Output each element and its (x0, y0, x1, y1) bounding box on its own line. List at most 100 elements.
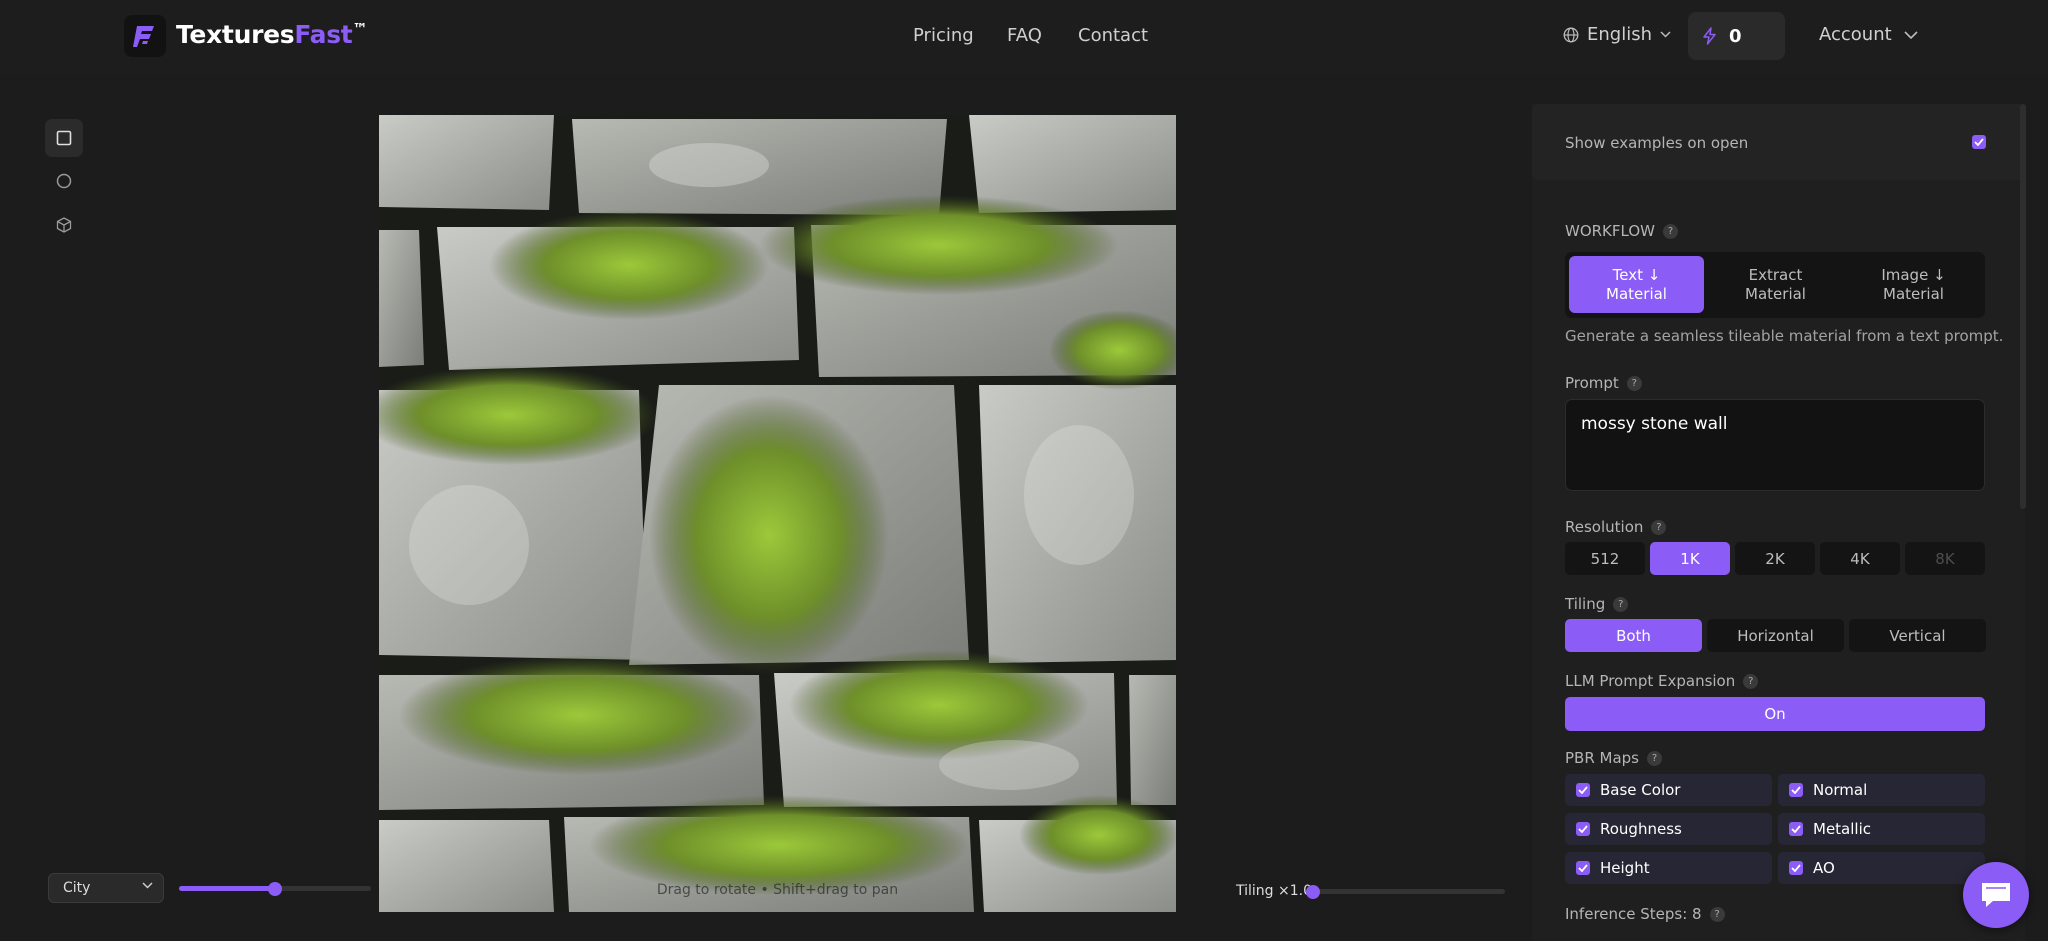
brand-trademark: ™ (352, 20, 368, 38)
square-view-icon[interactable] (45, 119, 83, 157)
top-header: TexturesFast™ Pricing FAQ Contact Englis… (0, 0, 2048, 74)
pbr-label-metallic: Metallic (1813, 820, 1871, 838)
globe-icon (1563, 27, 1579, 42)
inference-heading: Inference Steps: 8 ? (1565, 905, 1725, 923)
resolution-4k[interactable]: 4K (1820, 542, 1900, 575)
help-icon[interactable]: ? (1613, 596, 1629, 612)
environment-value: City (63, 880, 91, 896)
chevron-down-icon (1660, 31, 1671, 38)
workflow-extract-material[interactable]: Extract Material (1708, 256, 1843, 313)
pbr-ao[interactable]: AO (1778, 852, 1985, 884)
brand-name[interactable]: TexturesFast™ (176, 20, 367, 49)
panel-scrollbar[interactable] (2020, 104, 2026, 509)
resolution-512[interactable]: 512 (1565, 542, 1645, 575)
brand-main: Textures (176, 20, 295, 49)
workflow-text-material[interactable]: Text ↓ Material (1569, 256, 1704, 313)
nav-pricing[interactable]: Pricing (913, 25, 974, 46)
workflow-extract-line1: Extract (1748, 265, 1803, 284)
prompt-input[interactable]: mossy stone wall (1565, 399, 1985, 491)
llm-label: LLM Prompt Expansion (1565, 672, 1736, 690)
workflow-label: WORKFLOW (1565, 222, 1655, 240)
pbr-label-height: Height (1600, 859, 1650, 877)
checkbox-checked[interactable] (1576, 783, 1590, 797)
pbr-roughness[interactable]: Roughness (1565, 813, 1772, 845)
checkbox-checked[interactable] (1789, 822, 1803, 836)
account-menu[interactable]: Account (1819, 24, 1918, 45)
viewport-hint: Drag to rotate • Shift+drag to pan (656, 882, 899, 898)
pbr-label: PBR Maps (1565, 749, 1639, 767)
checkbox-checked[interactable] (1576, 861, 1590, 875)
workflow-text-line2: Material (1606, 284, 1667, 303)
settings-panel: Show examples on open WORKFLOW ? Text ↓ M… (1532, 104, 2025, 941)
checkbox-checked[interactable] (1576, 822, 1590, 836)
pbr-metallic[interactable]: Metallic (1778, 813, 1985, 845)
sphere-view-icon[interactable] (45, 162, 83, 200)
workflow-selector: Text ↓ Material Extract Material Image ↓ Ma… (1565, 252, 1985, 318)
cube-view-icon[interactable] (45, 206, 83, 244)
checkbox-checked[interactable] (1789, 783, 1803, 797)
examples-card: Show examples on open (1532, 104, 2025, 180)
tiling-label: Tiling (1565, 595, 1606, 613)
chevron-down-icon (142, 882, 153, 889)
help-icon[interactable]: ? (1647, 750, 1662, 766)
help-icon[interactable]: ? (1743, 673, 1759, 689)
resolution-1k[interactable]: 1K (1650, 542, 1730, 575)
language-selector[interactable]: English (1563, 24, 1671, 45)
show-examples-checkbox[interactable] (1972, 135, 1986, 149)
workflow-image-line2: Material (1883, 284, 1944, 303)
workflow-description: Generate a seamless tileable material fr… (1565, 327, 2004, 345)
workflow-image-line1: Image ↓ (1881, 265, 1946, 284)
prompt-heading: Prompt ? (1565, 374, 1642, 392)
account-label: Account (1819, 24, 1892, 45)
tiling-slider-thumb[interactable] (1306, 885, 1320, 899)
texture-preview[interactable] (379, 115, 1176, 912)
language-label: English (1587, 24, 1652, 45)
workflow-image-material[interactable]: Image ↓ Material (1846, 256, 1981, 313)
help-icon[interactable]: ? (1663, 223, 1678, 239)
pbr-label-roughness: Roughness (1600, 820, 1682, 838)
workflow-heading: WORKFLOW ? (1565, 222, 1678, 240)
nav-faq[interactable]: FAQ (1007, 25, 1042, 46)
llm-heading: LLM Prompt Expansion ? (1565, 672, 1759, 690)
prompt-label: Prompt (1565, 374, 1619, 392)
help-icon[interactable]: ? (1709, 906, 1725, 922)
resolution-2k[interactable]: 2K (1735, 542, 1815, 575)
inference-label: Inference Steps: 8 (1565, 905, 1702, 923)
tiling-horizontal[interactable]: Horizontal (1707, 619, 1844, 652)
tiling-vertical[interactable]: Vertical (1849, 619, 1986, 652)
brand-accent: Fast (294, 20, 353, 49)
chat-icon (1982, 883, 2010, 907)
chat-button[interactable] (1963, 862, 2029, 928)
environment-select[interactable]: City (48, 873, 164, 903)
lightning-icon (1703, 27, 1716, 45)
checkbox-checked[interactable] (1789, 861, 1803, 875)
tiling-scale-label: Tiling ×1.0 (1236, 883, 1312, 899)
exposure-slider-fill (179, 886, 275, 891)
help-icon[interactable]: ? (1626, 375, 1642, 391)
pbr-label-normal: Normal (1813, 781, 1868, 799)
logo-icon[interactable] (124, 15, 166, 57)
resolution-8k: 8K (1905, 542, 1985, 575)
credits-button[interactable]: 0 (1688, 12, 1785, 60)
pbr-heading: PBR Maps ? (1565, 749, 1662, 767)
llm-toggle[interactable]: On (1565, 697, 1985, 731)
resolution-heading: Resolution ? (1565, 518, 1667, 536)
pbr-normal[interactable]: Normal (1778, 774, 1985, 806)
workflow-extract-line2: Material (1745, 284, 1806, 303)
tiling-heading: Tiling ? (1565, 595, 1629, 613)
tiling-selector: Both Horizontal Vertical (1565, 619, 1986, 652)
resolution-label: Resolution (1565, 518, 1644, 536)
nav-contact[interactable]: Contact (1078, 25, 1148, 46)
workflow-text-line1: Text ↓ (1612, 265, 1661, 284)
tiling-slider-track[interactable] (1313, 889, 1505, 894)
exposure-slider-thumb[interactable] (268, 882, 282, 896)
pbr-label-ao: AO (1813, 859, 1835, 877)
help-icon[interactable]: ? (1651, 519, 1667, 535)
pbr-label-base-color: Base Color (1600, 781, 1681, 799)
pbr-height[interactable]: Height (1565, 852, 1772, 884)
show-examples-label: Show examples on open (1565, 134, 1749, 152)
credits-count: 0 (1729, 25, 1742, 47)
pbr-base-color[interactable]: Base Color (1565, 774, 1772, 806)
resolution-selector: 512 1K 2K 4K 8K (1565, 542, 1985, 575)
tiling-both[interactable]: Both (1565, 619, 1702, 652)
